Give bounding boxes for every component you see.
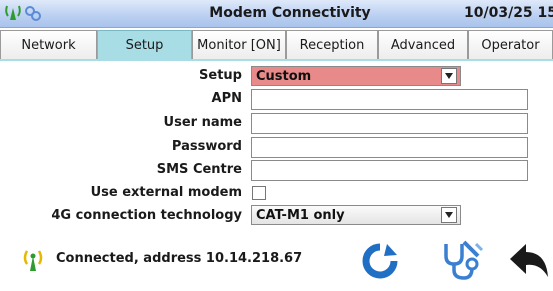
tab-network[interactable]: Network	[0, 30, 97, 60]
tab-monitor[interactable]: Monitor [ON]	[192, 30, 286, 60]
username-field[interactable]	[251, 113, 528, 134]
tech-label: 4G connection technology	[51, 208, 242, 223]
chevron-down-icon[interactable]	[441, 68, 457, 84]
setup-select[interactable]: Custom	[251, 66, 461, 86]
datetime-display: 10/03/25 15:5	[464, 5, 553, 21]
signal-antenna-icon	[20, 247, 46, 273]
setup-select-value: Custom	[256, 68, 312, 84]
password-label: Password	[171, 139, 242, 154]
title-signal-icon	[5, 5, 21, 20]
tab-underline	[0, 59, 553, 61]
tech-select[interactable]: CAT-M1 only	[251, 205, 461, 225]
apn-field[interactable]	[251, 89, 528, 110]
tab-advanced[interactable]: Advanced	[378, 30, 468, 60]
refresh-icon[interactable]	[360, 241, 400, 281]
window-title: Modem Connectivity	[209, 5, 371, 21]
title-status-icons	[4, 2, 44, 24]
tab-operator[interactable]: Operator	[468, 30, 553, 60]
stethoscope-icon[interactable]	[440, 238, 484, 282]
title-link-icon	[25, 6, 41, 21]
modem-connectivity-window: Modem Connectivity 10/03/25 15:5 Network…	[0, 0, 553, 291]
tab-reception[interactable]: Reception	[286, 30, 378, 60]
sms-centre-label: SMS Centre	[156, 162, 242, 177]
setup-label: Setup	[199, 68, 242, 83]
password-field[interactable]	[251, 137, 528, 158]
tab-bar: Network Setup Monitor [ON] Reception Adv…	[0, 30, 553, 61]
back-arrow-icon[interactable]	[508, 241, 550, 281]
external-modem-label: Use external modem	[90, 185, 242, 200]
apn-label: APN	[211, 91, 242, 106]
sms-centre-field[interactable]	[251, 160, 528, 181]
username-label: User name	[163, 115, 242, 130]
connection-status: Connected, address 10.14.218.67	[56, 251, 303, 266]
chevron-down-icon[interactable]	[441, 207, 457, 223]
tab-setup[interactable]: Setup	[97, 30, 192, 60]
external-modem-checkbox[interactable]	[252, 186, 266, 200]
tech-select-value: CAT-M1 only	[256, 207, 345, 223]
title-bar: Modem Connectivity 10/03/25 15:5	[0, 0, 553, 28]
